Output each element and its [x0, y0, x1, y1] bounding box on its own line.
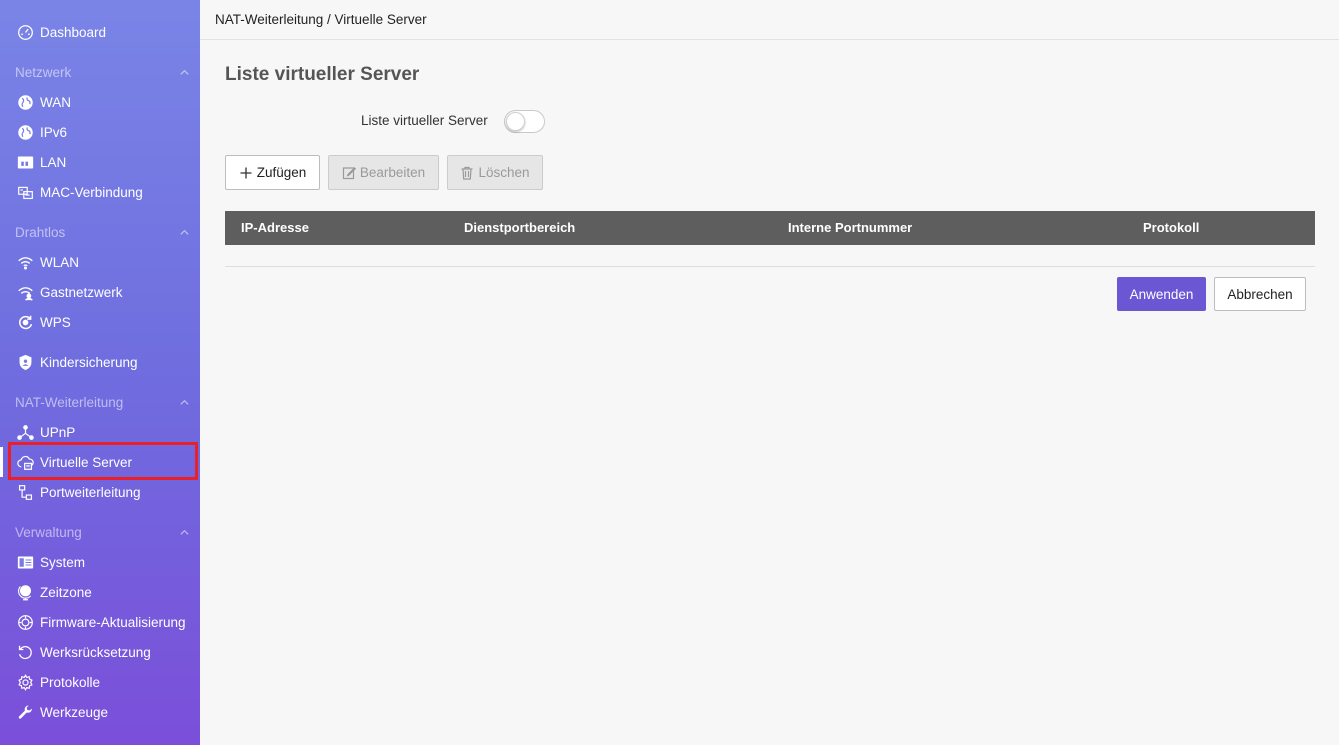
sidebar-item-werksruecksetzung[interactable]: Werksrücksetzung [0, 637, 200, 667]
sidebar-item-label: System [40, 554, 86, 570]
globe-stand-icon [16, 583, 34, 601]
sidebar-item-upnp[interactable]: UPnP [0, 417, 200, 447]
apply-button[interactable]: Anwenden [1117, 277, 1206, 311]
section-nat[interactable]: NAT-Weiterleitung [0, 387, 200, 417]
cancel-button[interactable]: Abbrechen [1214, 277, 1306, 311]
sidebar-item-label: Kindersicherung [40, 354, 138, 370]
wifi-icon [16, 253, 34, 271]
cloud-server-icon [16, 453, 34, 471]
chevron-up-icon [179, 67, 190, 78]
edit-button-label: Bearbeiten [359, 165, 426, 180]
sidebar-item-label: WPS [40, 314, 71, 330]
globe-icon [16, 93, 34, 111]
mac-binding-icon [16, 183, 34, 201]
port-forward-icon [16, 483, 34, 501]
sidebar-item-label: IPv6 [40, 124, 68, 140]
sidebar-item-werkzeuge[interactable]: Werkzeuge [0, 697, 200, 727]
column-ip-adresse[interactable]: IP-Adresse [241, 211, 309, 245]
network-nodes-icon [16, 423, 34, 441]
column-interne-portnummer[interactable]: Interne Portnummer [788, 211, 912, 245]
sidebar-item-label: WAN [40, 94, 71, 110]
sidebar-item-label: Protokolle [40, 674, 101, 690]
sidebar-item-label: Virtuelle Server [40, 454, 133, 470]
delete-button-label: Löschen [478, 165, 530, 180]
gear-icon [16, 673, 34, 691]
sidebar-item-wlan[interactable]: WLAN [0, 247, 200, 277]
guest-wifi-icon [16, 283, 34, 301]
wrench-icon [16, 703, 34, 721]
wps-icon [16, 313, 34, 331]
edit-button[interactable]: Bearbeiten [328, 155, 439, 190]
sidebar-item-label: LAN [40, 154, 67, 170]
sidebar-item-label: WLAN [40, 254, 80, 270]
sidebar-item-wps[interactable]: WPS [0, 307, 200, 337]
add-button-label: Zufügen [256, 165, 307, 180]
sidebar-item-mac[interactable]: MAC-Verbindung [0, 177, 200, 207]
divider [225, 266, 1315, 267]
sidebar-item-wan[interactable]: WAN [0, 87, 200, 117]
sidebar-item-kindersicherung[interactable]: Kindersicherung [0, 347, 200, 377]
delete-button[interactable]: Löschen [447, 155, 543, 190]
sidebar-item-label: Dashboard [40, 24, 107, 40]
section-verwaltung[interactable]: Verwaltung [0, 517, 200, 547]
chevron-up-icon [179, 397, 190, 408]
table-header: IP-Adresse Dienstportbereich Interne Por… [225, 211, 1315, 245]
section-label: Verwaltung [15, 524, 82, 540]
column-dienstportbereich[interactable]: Dienstportbereich [464, 211, 575, 245]
sidebar-item-lan[interactable]: LAN [0, 147, 200, 177]
add-button[interactable]: Zufügen [225, 155, 320, 190]
sidebar-item-zeitzone[interactable]: Zeitzone [0, 577, 200, 607]
breadcrumb-text: NAT-Weiterleitung / Virtuelle Server [215, 12, 427, 27]
sidebar-item-portweiterleitung[interactable]: Portweiterleitung [0, 477, 200, 507]
page-title: Liste virtueller Server [225, 64, 420, 85]
sidebar-item-label: Portweiterleitung [40, 484, 141, 500]
trash-icon [461, 166, 473, 180]
section-drahtlos[interactable]: Drahtlos [0, 217, 200, 247]
chevron-up-icon [179, 527, 190, 538]
sidebar-item-gastnetzwerk[interactable]: Gastnetzwerk [0, 277, 200, 307]
sidebar-item-firmware[interactable]: Firmware-Aktualisierung [0, 607, 200, 637]
chevron-up-icon [179, 227, 190, 238]
sidebar-item-label: UPnP [40, 424, 76, 440]
sidebar-item-label: Gastnetzwerk [40, 284, 123, 300]
section-netzwerk[interactable]: Netzwerk [0, 57, 200, 87]
sidebar-item-label: Werkzeuge [40, 704, 109, 720]
firmware-update-icon [16, 613, 34, 631]
sidebar-item-label: Firmware-Aktualisierung [40, 614, 186, 630]
sidebar-item-virtuelle-server[interactable]: Virtuelle Server [0, 447, 200, 477]
sidebar-item-label: MAC-Verbindung [40, 184, 143, 200]
sidebar-item-dashboard[interactable]: Dashboard [0, 17, 200, 47]
plus-icon [240, 167, 252, 178]
globe-icon [16, 123, 34, 141]
sidebar-item-label: Zeitzone [40, 584, 92, 600]
gauge-icon [16, 23, 34, 41]
toggle-label: Liste virtueller Server [361, 113, 488, 128]
edit-icon [342, 166, 356, 179]
lan-icon [16, 153, 34, 171]
sidebar-item-protokolle[interactable]: Protokolle [0, 667, 200, 697]
toggle-knob [506, 112, 525, 131]
sidebar-item-system[interactable]: System [0, 547, 200, 577]
section-label: Drahtlos [15, 224, 66, 240]
section-label: NAT-Weiterleitung [15, 394, 124, 410]
column-protokoll[interactable]: Protokoll [1143, 211, 1199, 245]
sidebar: Dashboard Netzwerk WAN IPv6 LAN MAC-Verb… [0, 0, 200, 745]
reset-icon [16, 643, 34, 661]
section-label: Netzwerk [15, 64, 72, 80]
shield-icon [16, 353, 34, 371]
sidebar-item-label: Werksrücksetzung [40, 644, 151, 660]
sidebar-item-ipv6[interactable]: IPv6 [0, 117, 200, 147]
breadcrumb: NAT-Weiterleitung / Virtuelle Server [200, 0, 1339, 40]
system-panel-icon [16, 553, 34, 571]
virtual-server-toggle[interactable] [504, 110, 545, 133]
